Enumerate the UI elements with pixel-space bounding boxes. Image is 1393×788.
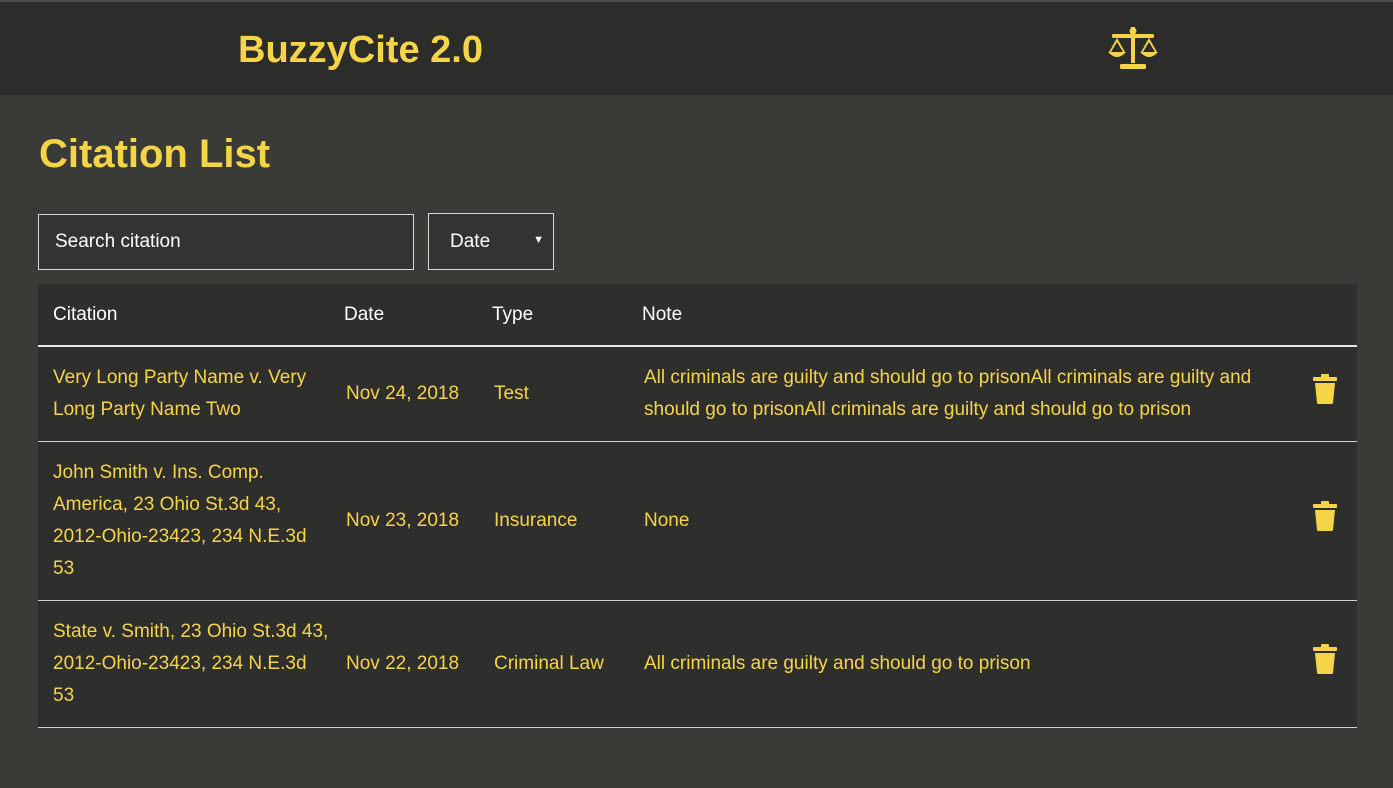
table-header-row: Citation Date Type Note bbox=[38, 284, 1357, 347]
note-cell: All criminals are guilty and should go t… bbox=[644, 367, 1252, 420]
column-header-citation[interactable]: Citation bbox=[38, 284, 329, 347]
delete-cell bbox=[1293, 442, 1357, 601]
note-cell: All criminals are guilty and should go t… bbox=[644, 653, 1031, 674]
search-input[interactable] bbox=[38, 214, 414, 270]
note-cell: None bbox=[644, 510, 690, 531]
trash-icon[interactable] bbox=[1311, 500, 1339, 532]
citation-cell[interactable]: John Smith v. Ins. Comp. America, 23 Ohi… bbox=[38, 442, 329, 601]
type-cell: Criminal Law bbox=[494, 653, 604, 674]
scale-balance-icon[interactable] bbox=[1106, 26, 1160, 72]
delete-cell bbox=[1293, 346, 1357, 442]
table-row[interactable]: Very Long Party Name v. Very Long Party … bbox=[38, 346, 1357, 442]
chevron-down-icon: ▼ bbox=[533, 234, 544, 246]
citation-table: Citation Date Type Note Very Long Party … bbox=[38, 284, 1357, 728]
delete-cell bbox=[1293, 601, 1357, 728]
citation-cell[interactable]: Very Long Party Name v. Very Long Party … bbox=[38, 346, 329, 442]
column-header-note[interactable]: Note bbox=[627, 284, 1293, 347]
type-cell: Test bbox=[494, 383, 529, 404]
page-title: Citation List bbox=[39, 132, 271, 176]
table-row[interactable]: John Smith v. Ins. Comp. America, 23 Ohi… bbox=[38, 441, 1357, 601]
sort-select-value: Date bbox=[450, 231, 491, 252]
column-header-date[interactable]: Date bbox=[329, 284, 477, 347]
app-title[interactable]: BuzzyCite 2.0 bbox=[238, 28, 483, 72]
date-cell: Nov 23, 2018 bbox=[346, 510, 460, 531]
column-header-actions bbox=[1293, 284, 1357, 347]
table-row[interactable]: State v. Smith, 23 Ohio St.3d 43, 2012-O… bbox=[38, 600, 1357, 728]
trash-icon[interactable] bbox=[1311, 643, 1339, 675]
trash-icon[interactable] bbox=[1311, 373, 1339, 405]
type-cell: Insurance bbox=[494, 510, 578, 531]
top-navbar: BuzzyCite 2.0 bbox=[0, 0, 1393, 95]
date-cell: Nov 24, 2018 bbox=[346, 383, 460, 404]
citation-cell[interactable]: State v. Smith, 23 Ohio St.3d 43, 2012-O… bbox=[38, 601, 329, 728]
column-header-type[interactable]: Type bbox=[477, 284, 627, 347]
sort-select[interactable]: Date ▼ bbox=[428, 213, 554, 270]
date-cell: Nov 22, 2018 bbox=[346, 653, 460, 674]
